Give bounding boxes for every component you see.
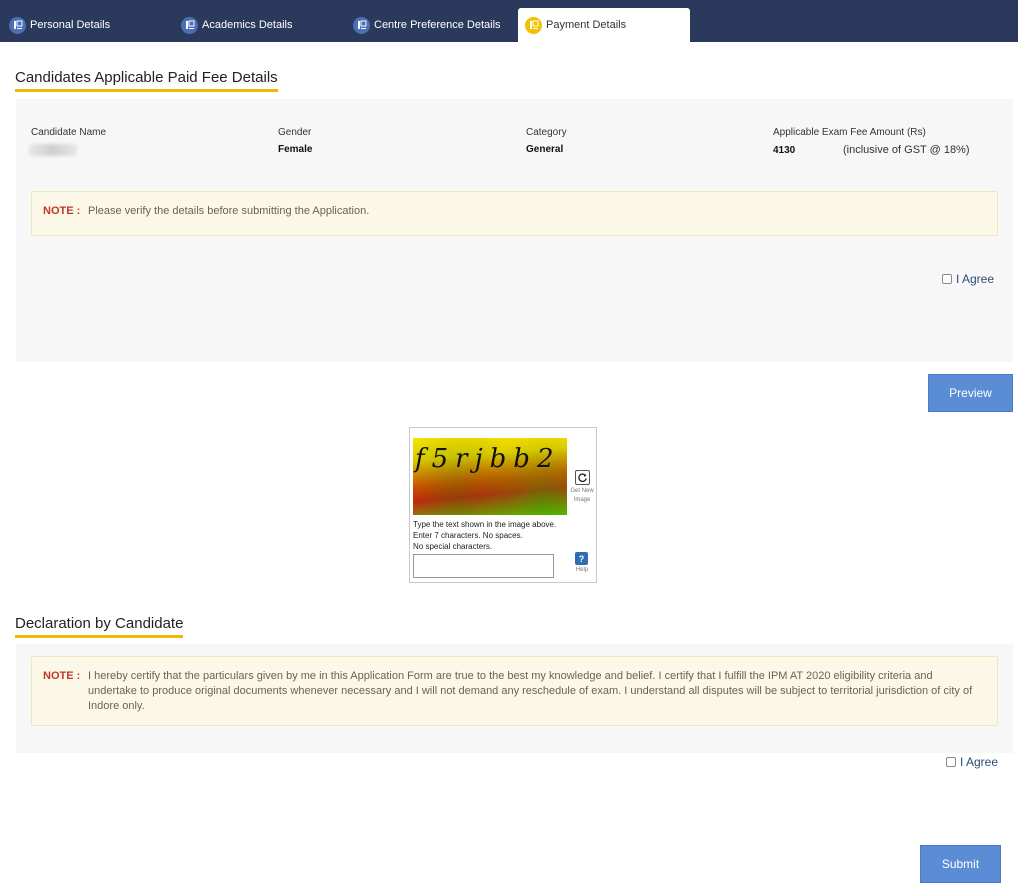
refresh-icon[interactable]: [575, 470, 590, 485]
form-icon: [9, 16, 26, 34]
gender-label: Gender: [278, 127, 312, 138]
agree-label[interactable]: I Agree: [960, 755, 998, 769]
help-label[interactable]: Help: [572, 567, 592, 573]
fee-amount-value: 4130: [773, 145, 796, 156]
gst-note: (inclusive of GST @ 18%): [843, 144, 970, 156]
declaration-note-box: NOTE : I hereby certify that the particu…: [31, 656, 998, 726]
declaration-text: I hereby certify that the particulars gi…: [88, 670, 973, 712]
preview-button[interactable]: Preview: [928, 374, 1013, 412]
agree-checkbox[interactable]: [946, 757, 956, 767]
declaration-panel: NOTE : I hereby certify that the particu…: [16, 644, 1013, 753]
captcha-text: f5rjbb2: [415, 444, 561, 474]
form-icon: [525, 16, 542, 34]
tab-label: Academics Details: [202, 19, 293, 31]
category-value: General: [526, 144, 564, 155]
declaration-section-title: Declaration by Candidate: [15, 615, 184, 638]
form-icon: [353, 16, 370, 34]
candidate-name-label: Candidate Name: [31, 127, 107, 138]
captcha-instruction-1: Type the text shown in the image above.: [413, 520, 557, 529]
captcha-image: f5rjbb2: [413, 438, 567, 515]
tab-academics-details[interactable]: Academics Details: [172, 8, 344, 42]
refresh-label[interactable]: Get New Image: [568, 487, 596, 505]
submit-button[interactable]: Submit: [920, 845, 1001, 883]
captcha-input[interactable]: [413, 554, 554, 578]
candidate-name-value-redacted: [29, 144, 77, 156]
verify-note-box: NOTE : Please verify the details before …: [31, 191, 998, 236]
note-label: NOTE :: [43, 670, 81, 682]
tab-payment-details[interactable]: Payment Details: [518, 8, 690, 42]
fee-agree-checkbox-group[interactable]: I Agree: [942, 272, 994, 286]
help-icon[interactable]: ?: [575, 552, 588, 565]
agree-label[interactable]: I Agree: [956, 272, 994, 286]
form-icon: [181, 16, 198, 34]
tab-bar: Personal Details Academics Details Centr…: [0, 0, 1018, 42]
agree-checkbox[interactable]: [942, 274, 952, 284]
tab-personal-details[interactable]: Personal Details: [0, 8, 170, 42]
note-text: Please verify the details before submitt…: [88, 205, 370, 217]
tab-label: Centre Preference Details: [374, 19, 501, 31]
captcha-instruction-2: Enter 7 characters. No spaces.: [413, 531, 523, 540]
fee-amount-label: Applicable Exam Fee Amount (Rs): [773, 127, 926, 138]
captcha-widget: f5rjbb2 Get New Image Type the text show…: [409, 427, 597, 583]
tab-label: Payment Details: [546, 19, 627, 31]
tab-centre-preference-details[interactable]: Centre Preference Details: [344, 8, 516, 42]
fee-section-title: Candidates Applicable Paid Fee Details: [15, 69, 278, 92]
category-label: Category: [526, 127, 567, 138]
declaration-agree-checkbox-group[interactable]: I Agree: [946, 755, 998, 769]
tab-label: Personal Details: [30, 19, 111, 31]
note-label: NOTE :: [43, 205, 81, 217]
captcha-instruction-3: No special characters.: [413, 542, 493, 551]
fee-details-panel: Candidate Name Gender Female Category Ge…: [16, 99, 1013, 362]
gender-value: Female: [278, 144, 313, 155]
